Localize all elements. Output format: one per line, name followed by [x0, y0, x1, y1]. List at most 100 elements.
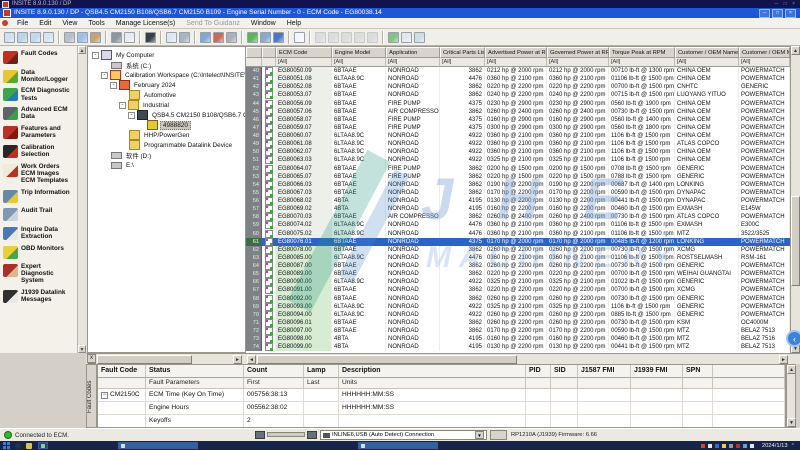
- help-icon[interactable]: [414, 31, 425, 43]
- workspace-new-icon[interactable]: [4, 31, 15, 43]
- print-preview-icon[interactable]: [124, 31, 135, 43]
- table-row[interactable]: 69 EG80093.00 6LTAA8.9C NONROAD 4922 0325 hp …: [246, 302, 790, 311]
- notes-icon[interactable]: [401, 31, 412, 43]
- taskbar-app-button-3[interactable]: [358, 442, 438, 449]
- fault-row[interactable]: Keyoffs 2: [98, 415, 785, 427]
- filter-cell[interactable]: [All]: [547, 58, 609, 67]
- paste-icon[interactable]: [90, 31, 101, 43]
- table-row[interactable]: 41 EG80051.08 6LTAA8.9C NONROAD 4476 0360 hp …: [246, 75, 790, 84]
- table-row[interactable]: 62 EG80078.00 6BTAAE NONROAD 3862 0260 hp @ 2…: [246, 245, 790, 254]
- filter-icon[interactable]: [273, 31, 284, 43]
- filter-cell[interactable]: [246, 58, 262, 67]
- filter-cell[interactable]: [All]: [332, 58, 386, 67]
- sidebar-item-obd-monitors[interactable]: OBD Monitors: [3, 245, 77, 259]
- table-row[interactable]: 43 EG80053.07 6BTAAE NONROAD 3862 0240 hp @ 2…: [246, 91, 790, 100]
- sidebar-item-advanced-ecm[interactable]: Advanced ECM Data: [3, 106, 77, 120]
- tree-item-d[interactable]: 软件 (D:): [88, 150, 245, 160]
- menu-item-manage-license-s[interactable]: Manage License(s): [111, 20, 181, 27]
- print-icon[interactable]: [111, 31, 122, 43]
- taskbar-search-icon[interactable]: [15, 442, 21, 449]
- table-row[interactable]: 61 EG80076.01 6BTAAE NONROAD 4375 0170 hp @ 2…: [246, 237, 790, 246]
- table-row[interactable]: 73 EG80098.00 4BTA NONROAD 4195 0160 hp @ 220…: [246, 335, 790, 344]
- outer-window-controls[interactable]: ─ □ ×: [775, 0, 797, 8]
- table-row[interactable]: 71 EG80096.01 6BTAAE NONROAD 3862 0260 hp @ 2…: [246, 318, 790, 327]
- filter-cell[interactable]: [All]: [609, 58, 675, 67]
- workspace-grid-icon[interactable]: [43, 31, 54, 43]
- tree-scroll-thumb[interactable]: [97, 355, 192, 364]
- tree-item-4988820[interactable]: 4988820: [88, 120, 245, 130]
- sidebar-item-calibration[interactable]: Calibration Selection: [3, 144, 77, 158]
- connect-ecm-icon[interactable]: [200, 31, 211, 43]
- column-header-critical-parts-list[interactable]: Critical Parts List: [440, 47, 485, 58]
- form-icon[interactable]: [166, 31, 177, 43]
- table-row[interactable]: 64 EG80087.00 6BTAAE NONROAD 3862 0260 hp @ 2…: [246, 262, 790, 271]
- fault-column-sid[interactable]: SID: [551, 365, 578, 378]
- tree-scroll-right-icon[interactable]: ►: [233, 355, 242, 364]
- tray-icon-7[interactable]: [749, 443, 754, 448]
- fault-column-fault-code[interactable]: Fault Code: [98, 365, 146, 378]
- sidebar-item-inquire-data[interactable]: Inquire Data Extraction: [3, 226, 77, 240]
- floating-assist-button[interactable]: ‹: [786, 330, 800, 347]
- fault-column-j1587-fmi[interactable]: J1587 FMI: [578, 365, 631, 378]
- taskbar-clock[interactable]: 2024/1/13: [762, 443, 788, 449]
- table-row[interactable]: 48 EG80060.07 6LTAA8.9C NONROAD 4922 0360 hp …: [246, 132, 790, 141]
- sidebar-item-work-orders[interactable]: Work Orders ECM Images ECM Templates: [3, 163, 77, 185]
- menu-item-file[interactable]: File: [12, 20, 33, 27]
- sidebar-item-data[interactable]: Data Monitor/Logger: [3, 69, 77, 83]
- table-scroll-thumb[interactable]: [257, 355, 517, 364]
- sidebar-item-fault-codes[interactable]: Fault Codes: [3, 50, 77, 64]
- fault-panel-scrollbar[interactable]: ▲ ▼: [786, 364, 796, 428]
- table-row[interactable]: 66 EG80090.00 6LTAA8.9C NONROAD 4922 0325 hp …: [246, 278, 790, 287]
- column-header-governed-power-at-rpm[interactable]: Governed Power at RPM: [547, 47, 609, 58]
- link-icon[interactable]: [179, 31, 190, 43]
- table-row[interactable]: 60 EG80075.02 6LTAA8.9C NONROAD 4476 0360 hp …: [246, 229, 790, 238]
- menu-item-window[interactable]: Window: [246, 20, 281, 27]
- play-icon[interactable]: [328, 31, 339, 43]
- start-button[interactable]: [3, 442, 10, 449]
- filter-cell[interactable]: [262, 58, 276, 67]
- close-button[interactable]: ×: [785, 8, 796, 18]
- table-row[interactable]: 49 EG80061.08 6LTAA8.9C NONROAD 4922 0360 hp …: [246, 140, 790, 149]
- table-row[interactable]: 45 EG80057.06 6BTAAE AIR COMPRESSOR 3862 0260…: [246, 107, 790, 116]
- table-row[interactable]: 70 EG80094.00 6LTAA8.9C NONROAD 4922 0260 hp …: [246, 310, 790, 319]
- tree-item-c[interactable]: 系统 (C:): [88, 60, 245, 70]
- chevron-down-icon[interactable]: ▼: [475, 431, 484, 439]
- menu-item-send-to-guidanz[interactable]: Send To Guidanz: [181, 20, 245, 27]
- fault-codes-tab[interactable]: Fault Codes: [86, 364, 97, 428]
- tree-item-hhp-powergen[interactable]: HHP/PowerGen: [88, 130, 245, 140]
- tree-expander-icon[interactable]: -: [128, 111, 135, 119]
- tree-item-qsb4-5-cm2150-b108-qsb6-7-c[interactable]: - QSB4.5 CM2150 B108/QSB6.7 C: [88, 110, 245, 120]
- taskbar-folder-icon[interactable]: [26, 442, 32, 449]
- workspace-save-icon[interactable]: [30, 31, 41, 43]
- column-header-advertised-power-at-rpm[interactable]: Advertised Power at RPM: [485, 47, 547, 58]
- table-row[interactable]: 58 EG80070.03 6BTAAE AIR COMPRESSOR 3862 0260…: [246, 213, 790, 222]
- fault-column-j1939-fmi[interactable]: J1939 FMI: [631, 365, 683, 378]
- new-page-icon[interactable]: [294, 31, 305, 43]
- tray-icon-2[interactable]: [714, 443, 719, 448]
- refresh-icon[interactable]: [247, 31, 258, 43]
- scroll-thumb[interactable]: [791, 196, 800, 286]
- fault-column-pid[interactable]: PID: [526, 365, 551, 378]
- tree-expander-icon[interactable]: -: [92, 51, 99, 59]
- search-icon[interactable]: [145, 31, 156, 43]
- scroll-up-icon[interactable]: ▲: [791, 46, 800, 55]
- filter-cell[interactable]: [All]: [675, 58, 739, 67]
- tray-icon-0[interactable]: [700, 443, 705, 448]
- scroll-up-icon[interactable]: ▲: [787, 365, 796, 374]
- filter-cell[interactable]: [All]: [739, 58, 790, 67]
- table-row[interactable]: 72 EG80097.00 6BTAAE NONROAD 3862 0170 hp @ 2…: [246, 327, 790, 336]
- menu-item-edit[interactable]: Edit: [34, 20, 56, 27]
- fault-column-spn[interactable]: SPN: [683, 365, 713, 378]
- save-ecm-icon[interactable]: [226, 31, 237, 43]
- scroll-down-icon[interactable]: ▼: [78, 345, 86, 353]
- parameters-icon[interactable]: [388, 31, 399, 43]
- table-row[interactable]: 65 EG80089.00 6BTAAE NONROAD 3862 0220 hp @ 2…: [246, 270, 790, 279]
- tree-expander-icon[interactable]: -: [110, 81, 117, 89]
- table-row[interactable]: 51 EG80063.03 6LTAA8.9C NONROAD 4922 0325 hp …: [246, 156, 790, 165]
- pause-icon[interactable]: [341, 31, 352, 43]
- table-row[interactable]: 67 EG80091.00 6BTAAE NONROAD 3862 0220 hp @ 2…: [246, 286, 790, 295]
- tray-icon-4[interactable]: [728, 443, 733, 448]
- column-header-blank-0[interactable]: [246, 47, 262, 58]
- table-row[interactable]: 55 EG80067.03 6BTAAE NONROAD 3862 0170 hp @ 2…: [246, 188, 790, 197]
- table-scroll-left-icon[interactable]: ◄: [247, 355, 256, 364]
